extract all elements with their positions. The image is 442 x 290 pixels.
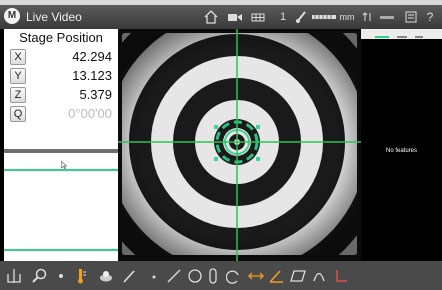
z-axis-button[interactable]: Z <box>10 87 26 103</box>
point-icon[interactable] <box>150 268 158 284</box>
distance-icon[interactable] <box>247 268 265 284</box>
features-panel: No features <box>361 29 442 261</box>
title-bar: M Live Video 1 mm ? <box>0 5 442 29</box>
units-icon[interactable] <box>311 9 337 25</box>
probe-point-icon[interactable] <box>56 268 66 284</box>
camera-icon[interactable] <box>98 268 114 284</box>
measure-line-bottom <box>4 249 118 251</box>
line-draw-icon[interactable] <box>122 268 136 284</box>
stage-position-title: Stage Position <box>19 30 103 45</box>
video-camera-icon[interactable] <box>226 9 244 25</box>
magnification-icon[interactable] <box>294 9 308 25</box>
perpendicular-icon[interactable] <box>334 268 348 284</box>
y-axis-value: 13.123 <box>72 68 112 83</box>
z-axis-value: 5.379 <box>79 87 112 102</box>
circle-icon[interactable] <box>187 268 203 284</box>
q-axis-button[interactable]: Q <box>10 106 26 122</box>
crosshair-tool-icon[interactable] <box>6 268 22 284</box>
zoom-tool-icon[interactable] <box>32 268 48 284</box>
bottom-toolbar <box>0 261 442 290</box>
slot-icon[interactable] <box>208 268 218 284</box>
measure-line-top <box>4 169 118 171</box>
units-label[interactable]: mm <box>339 9 355 25</box>
light-icon[interactable] <box>74 268 88 284</box>
app-title: Live Video <box>26 10 82 24</box>
y-axis-button[interactable]: Y <box>10 68 26 84</box>
measure-count: 1 <box>279 11 287 23</box>
no-features-message: No features <box>385 148 418 154</box>
feature-tabs[interactable] <box>361 29 442 39</box>
mouse-cursor-icon <box>61 156 68 169</box>
angle-icon[interactable] <box>268 268 284 284</box>
home-icon[interactable] <box>203 9 219 25</box>
stage-position-panel: Stage Position X 42.294 Y 13.123 Z 5.379… <box>4 29 118 261</box>
arc-icon[interactable] <box>225 268 240 284</box>
app-logo-icon[interactable]: M <box>4 8 20 24</box>
settings-icon[interactable] <box>404 9 418 25</box>
line-icon[interactable] <box>166 268 182 284</box>
stats-icon[interactable] <box>378 9 396 25</box>
rectangle-icon[interactable] <box>290 268 306 284</box>
live-video-view[interactable] <box>118 29 361 261</box>
x-axis-value: 42.294 <box>72 49 112 64</box>
curve-icon[interactable] <box>312 268 326 284</box>
target-image <box>118 29 361 261</box>
help-icon[interactable]: ? <box>424 9 436 25</box>
readout-icon[interactable] <box>362 9 374 25</box>
q-axis-value: 0°00'00 <box>68 106 112 121</box>
feature-view-area[interactable] <box>4 153 118 261</box>
grid-icon[interactable] <box>250 9 266 25</box>
x-axis-button[interactable]: X <box>10 49 26 65</box>
